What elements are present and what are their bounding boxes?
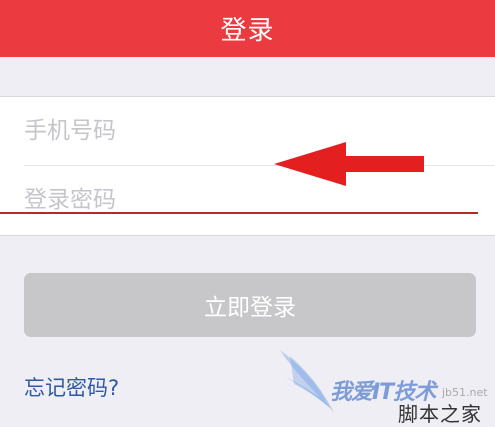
annotation-underline xyxy=(0,212,478,214)
phone-number-input[interactable] xyxy=(24,118,495,144)
watermark-site-name: 脚本之家 xyxy=(398,402,482,426)
password-input[interactable] xyxy=(24,187,495,213)
password-field-row xyxy=(24,166,495,234)
forgot-password-link[interactable]: 忘记密码? xyxy=(24,372,119,402)
page-title: 登录 xyxy=(220,16,275,46)
left-arrow-icon xyxy=(274,142,424,186)
top-navigation-bar: 登录 xyxy=(0,0,495,57)
login-button[interactable]: 立即登录 xyxy=(24,273,476,337)
phone-field-row xyxy=(24,97,495,165)
